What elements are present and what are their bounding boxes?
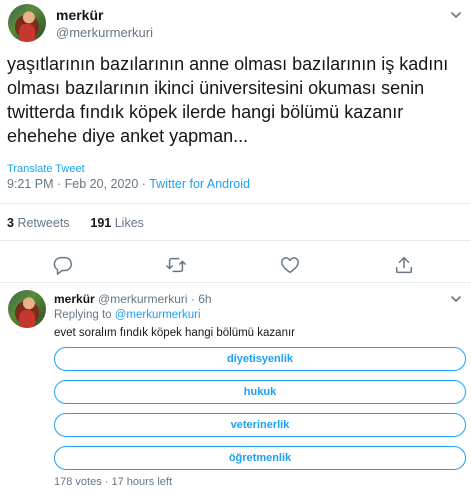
divider — [0, 282, 471, 283]
poll-option[interactable]: öğretmenlik — [54, 446, 466, 470]
tweet-source-link[interactable]: Twitter for Android — [149, 177, 250, 191]
tweet-action-bar — [0, 250, 471, 278]
replying-prefix: Replying to — [54, 309, 112, 321]
poll-option[interactable]: veterinerlik — [54, 413, 466, 437]
chevron-down-icon[interactable] — [449, 292, 463, 306]
like-label: Likes — [114, 216, 144, 230]
retweet-icon[interactable] — [165, 254, 187, 276]
retweet-count: 3 — [7, 216, 14, 230]
reply-author-name[interactable]: merkür — [54, 292, 95, 306]
tweet-timestamp[interactable]: 9:21 PM · Feb 20, 2020 · — [7, 177, 149, 191]
replying-to-mention[interactable]: @merkurmerkuri — [115, 309, 201, 321]
replying-to: Replying to @merkurmerkuri — [54, 309, 201, 321]
retweet-label: Retweets — [17, 216, 70, 230]
tweet-meta: 9:21 PM · Feb 20, 2020 · Twitter for And… — [7, 177, 250, 191]
share-icon[interactable] — [393, 254, 415, 276]
translate-tweet-link[interactable]: Translate Tweet — [7, 163, 85, 175]
author-handle[interactable]: @merkurmerkuri — [56, 25, 153, 40]
chevron-down-icon[interactable] — [449, 8, 463, 22]
poll-footer: 178 votes · 17 hours left — [54, 476, 173, 488]
heart-icon[interactable] — [279, 254, 301, 276]
reply-text: evet soralım fındık köpek hangi bölümü k… — [54, 327, 295, 339]
poll-option[interactable]: hukuk — [54, 380, 466, 404]
reply-header: merkür @merkurmerkuri · 6h — [54, 292, 212, 306]
divider — [0, 203, 471, 204]
retweet-count-link[interactable]: 3 Retweets — [7, 216, 70, 230]
reply-icon[interactable] — [52, 254, 74, 276]
reply-author-avatar[interactable] — [8, 290, 46, 328]
author-name[interactable]: merkür — [56, 7, 103, 23]
like-count: 191 — [90, 216, 112, 230]
divider — [0, 240, 471, 241]
like-count-link[interactable]: 191 Likes — [90, 216, 144, 230]
tweet-text: yaşıtlarının bazılarının anne olması baz… — [7, 54, 449, 146]
author-avatar[interactable] — [8, 4, 46, 42]
tweet-stats: 3 Retweets 191 Likes — [7, 216, 144, 230]
poll-option[interactable]: diyetisyenlik — [54, 347, 466, 371]
reply-handle-time[interactable]: @merkurmerkuri · 6h — [98, 292, 212, 306]
